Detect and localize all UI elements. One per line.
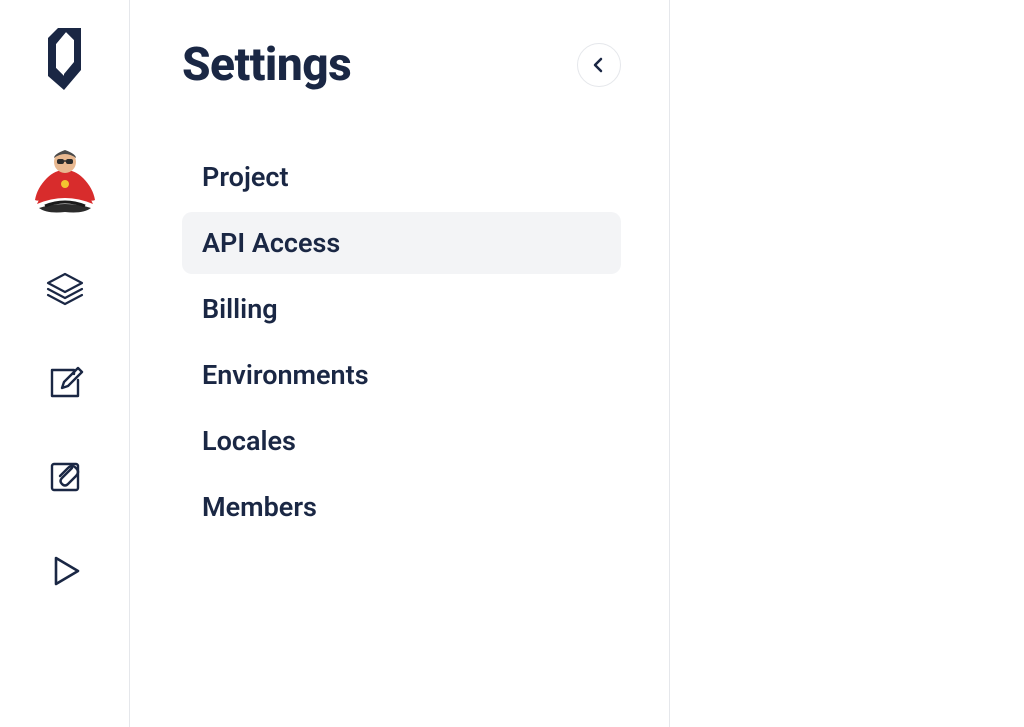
layers-icon[interactable]: [44, 268, 86, 310]
settings-nav-members[interactable]: Members: [182, 476, 621, 538]
settings-nav-locales[interactable]: Locales: [182, 410, 621, 472]
content-area: [670, 0, 1024, 727]
chevron-left-icon: [590, 56, 608, 74]
attachment-edit-icon[interactable]: [44, 456, 86, 498]
page-title: Settings: [182, 38, 351, 92]
edit-icon[interactable]: [44, 362, 86, 404]
icon-rail: [0, 0, 130, 727]
settings-panel: Settings Project API Access Billing Envi…: [130, 0, 670, 727]
app-logo[interactable]: [42, 28, 88, 94]
play-icon[interactable]: [44, 550, 86, 592]
user-avatar[interactable]: [27, 148, 103, 216]
collapse-button[interactable]: [577, 43, 621, 87]
settings-nav-environments[interactable]: Environments: [182, 344, 621, 406]
settings-header: Settings: [182, 38, 621, 92]
settings-nav-billing[interactable]: Billing: [182, 278, 621, 340]
settings-nav-project[interactable]: Project: [182, 146, 621, 208]
settings-nav-api-access[interactable]: API Access: [182, 212, 621, 274]
settings-nav: Project API Access Billing Environments …: [182, 146, 621, 538]
